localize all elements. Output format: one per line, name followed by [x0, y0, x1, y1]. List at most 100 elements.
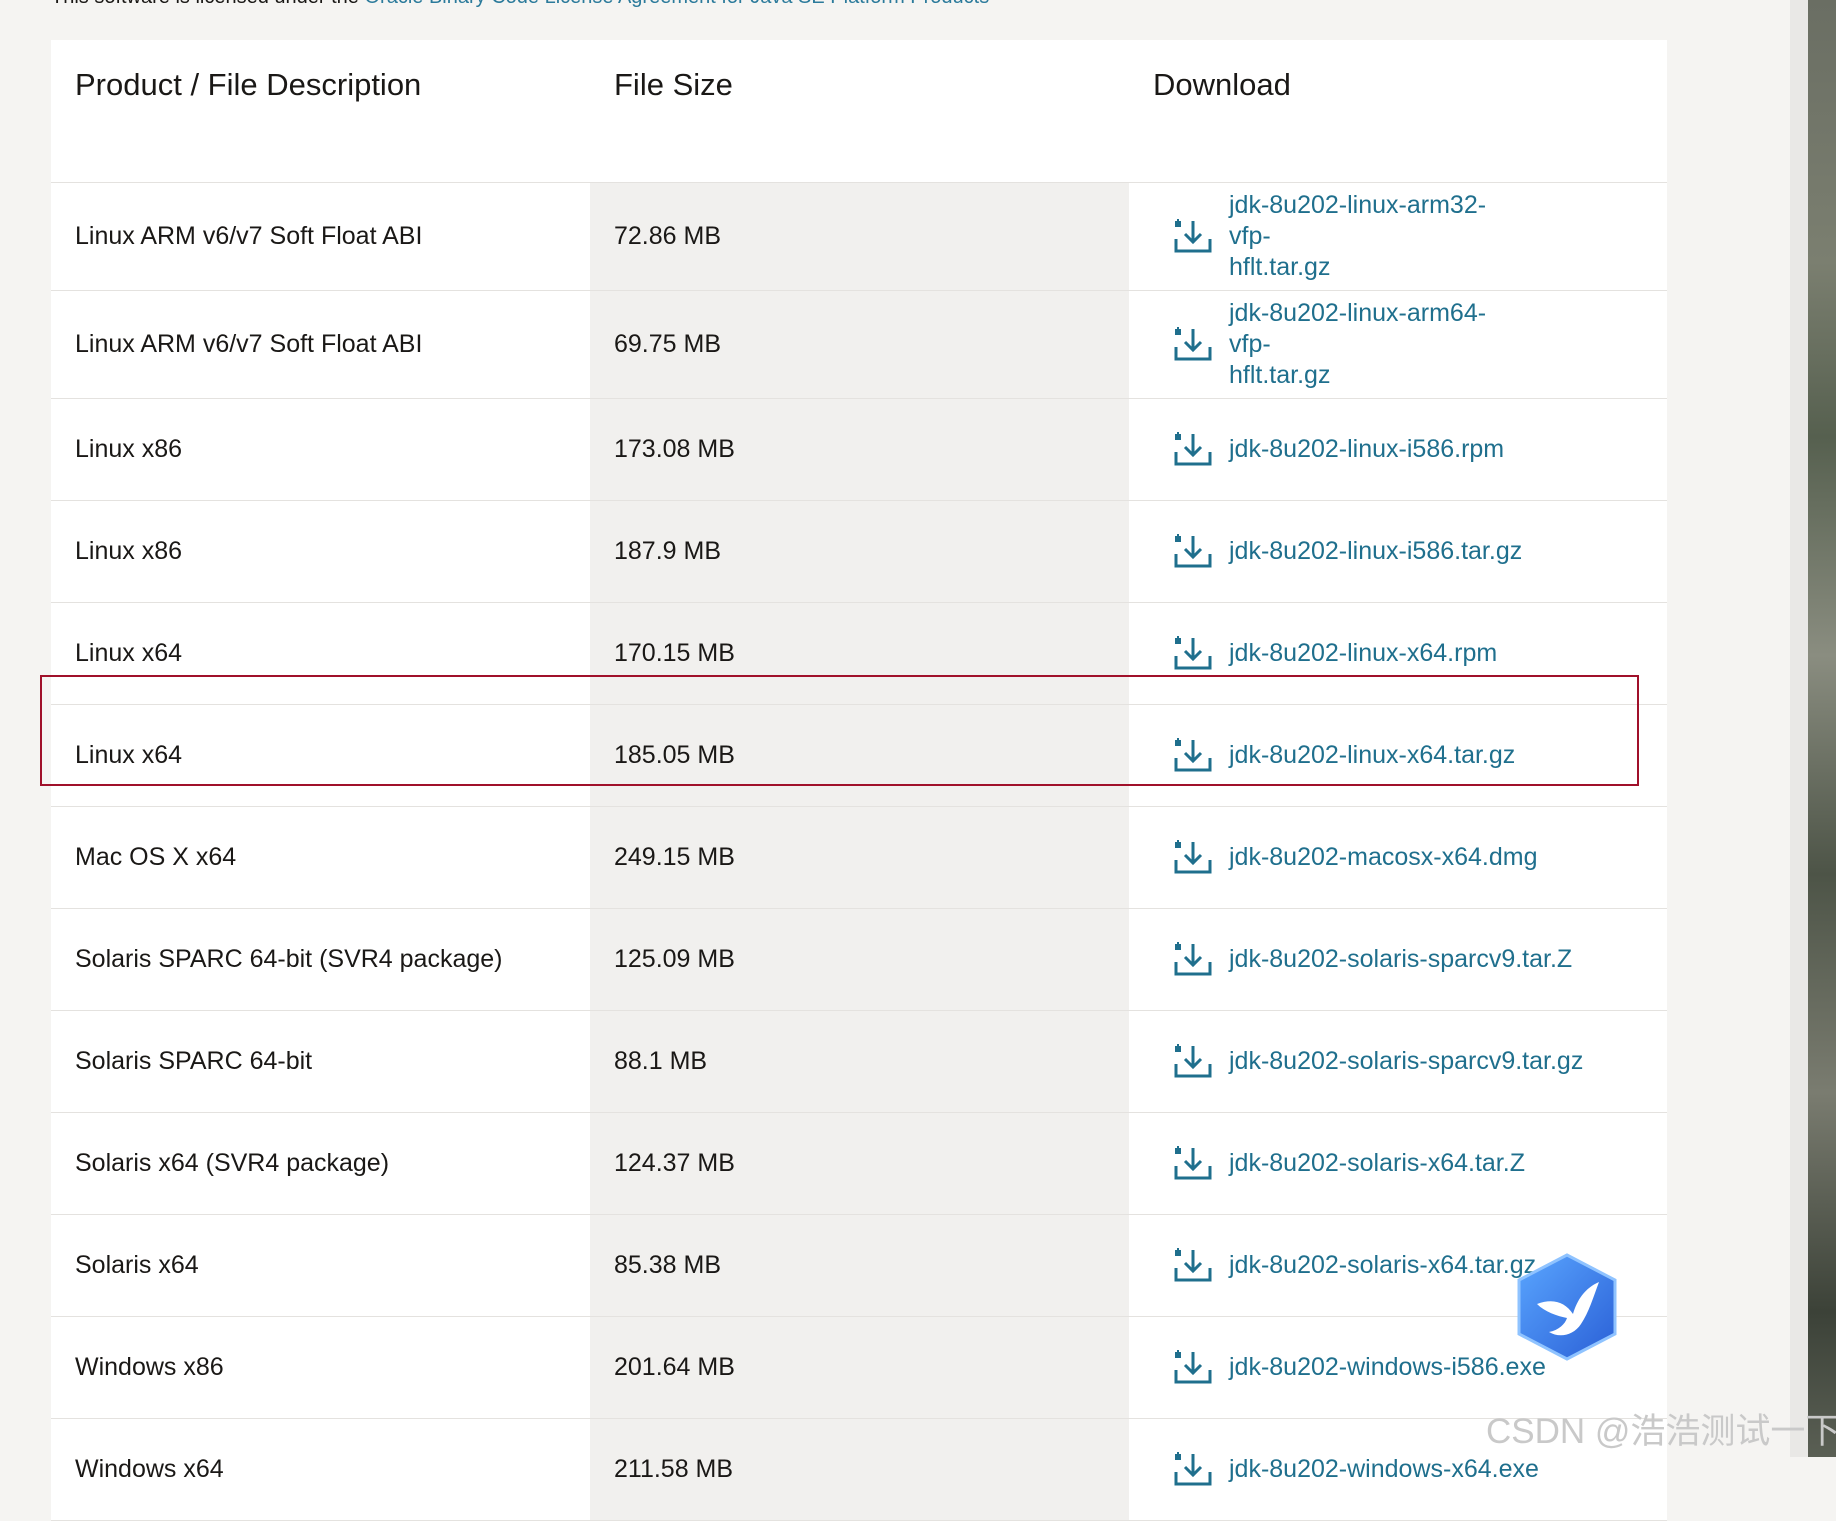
- product-description: Linux x64: [75, 639, 183, 667]
- product-description: Mac OS X x64: [75, 843, 237, 871]
- file-size: 187.9 MB: [590, 501, 1129, 602]
- product-description: Linux x86: [75, 537, 183, 565]
- download-icon[interactable]: [1171, 734, 1215, 778]
- file-size: 249.15 MB: [590, 807, 1129, 908]
- download-item: jdk-8u202-linux-arm64-vfp-hflt.tar.gz: [1153, 298, 1519, 391]
- product-description: Linux x64: [75, 741, 183, 769]
- background-strip: [1790, 0, 1836, 1457]
- download-cell: jdk-8u202-linux-x64.tar.gz: [1129, 705, 1667, 806]
- table-row: Windows x64 211.58 MB jdk-8u202-windows-x6…: [51, 1419, 1667, 1521]
- download-icon[interactable]: [1171, 836, 1215, 880]
- license-notice: This software is licensed under the Orac…: [51, 0, 989, 9]
- download-item: jdk-8u202-solaris-sparcv9.tar.gz: [1153, 1040, 1583, 1084]
- download-cell: jdk-8u202-solaris-x64.tar.Z: [1129, 1113, 1667, 1214]
- download-icon[interactable]: [1171, 215, 1215, 259]
- download-icon[interactable]: [1171, 428, 1215, 472]
- product-description: Solaris x64 (SVR4 package): [75, 1149, 390, 1177]
- download-icon[interactable]: [1171, 323, 1215, 367]
- product-description: Windows x86: [75, 1353, 224, 1381]
- product-description: Solaris SPARC 64-bit: [75, 1047, 313, 1075]
- download-icon[interactable]: [1171, 632, 1215, 676]
- file-size: 170.15 MB: [590, 603, 1129, 704]
- table-body: Linux ARM v6/v7 Soft Float ABI 72.86 MB jd…: [51, 183, 1667, 1521]
- download-item: jdk-8u202-windows-x64.exe: [1153, 1448, 1539, 1492]
- license-prefix: This software is licensed under the: [51, 0, 365, 8]
- file-size: 125.09 MB: [590, 909, 1129, 1010]
- table-row: Linux x64 170.15 MB jdk-8u202-linux-x64.rp…: [51, 603, 1667, 705]
- download-link[interactable]: jdk-8u202-linux-i586.tar.gz: [1229, 536, 1522, 567]
- bird-badge-icon[interactable]: [1515, 1252, 1619, 1362]
- download-icon[interactable]: [1171, 1448, 1215, 1492]
- download-cell: jdk-8u202-linux-i586.tar.gz: [1129, 501, 1667, 602]
- download-link[interactable]: jdk-8u202-linux-x64.rpm: [1229, 638, 1497, 669]
- table-row: Solaris x64 (SVR4 package) 124.37 MB jdk-8…: [51, 1113, 1667, 1215]
- file-size: 85.38 MB: [590, 1215, 1129, 1316]
- table-row: Windows x86 201.64 MB jdk-8u202-windows-i5…: [51, 1317, 1667, 1419]
- product-description: Linux ARM v6/v7 Soft Float ABI: [75, 330, 423, 358]
- download-item: jdk-8u202-linux-i586.rpm: [1153, 428, 1504, 472]
- download-item: jdk-8u202-linux-x64.tar.gz: [1153, 734, 1515, 778]
- product-description: Solaris SPARC 64-bit (SVR4 package): [75, 945, 503, 973]
- downloads-table: Product / File Description File Size Dow…: [51, 40, 1667, 1521]
- license-link[interactable]: Oracle Binary Code License Agreement for…: [365, 0, 990, 8]
- table-header: Product / File Description File Size Dow…: [51, 40, 1667, 183]
- table-row: Solaris SPARC 64-bit 88.1 MB jdk-8u202-sol…: [51, 1011, 1667, 1113]
- file-size: 185.05 MB: [590, 705, 1129, 806]
- download-cell: jdk-8u202-macosx-x64.dmg: [1129, 807, 1667, 908]
- file-size: 88.1 MB: [590, 1011, 1129, 1112]
- download-item: jdk-8u202-macosx-x64.dmg: [1153, 836, 1537, 880]
- table-row: Linux x64 185.05 MB jdk-8u202-linux-x64.ta…: [51, 705, 1667, 807]
- table-row: Mac OS X x64 249.15 MB jdk-8u202-macosx-x6…: [51, 807, 1667, 909]
- download-cell: jdk-8u202-linux-arm64-vfp-hflt.tar.gz: [1129, 291, 1667, 398]
- download-cell: jdk-8u202-linux-arm32-vfp-hflt.tar.gz: [1129, 183, 1667, 290]
- download-link[interactable]: jdk-8u202-solaris-x64.tar.Z: [1229, 1148, 1525, 1179]
- header-product: Product / File Description: [75, 67, 422, 102]
- download-item: jdk-8u202-linux-arm32-vfp-hflt.tar.gz: [1153, 190, 1519, 283]
- download-cell: jdk-8u202-linux-i586.rpm: [1129, 399, 1667, 500]
- product-description: Solaris x64: [75, 1251, 199, 1279]
- download-cell: jdk-8u202-solaris-sparcv9.tar.gz: [1129, 1011, 1667, 1112]
- header-file-size: File Size: [614, 67, 733, 102]
- file-size: 124.37 MB: [590, 1113, 1129, 1214]
- table-row: Linux ARM v6/v7 Soft Float ABI 69.75 MB jd…: [51, 291, 1667, 399]
- download-item: jdk-8u202-solaris-sparcv9.tar.Z: [1153, 938, 1572, 982]
- download-link[interactable]: jdk-8u202-linux-arm64-vfp-hflt.tar.gz: [1229, 298, 1519, 391]
- download-item: jdk-8u202-linux-i586.tar.gz: [1153, 530, 1522, 574]
- file-size: 201.64 MB: [590, 1317, 1129, 1418]
- download-item: jdk-8u202-solaris-x64.tar.Z: [1153, 1142, 1525, 1186]
- file-size: 72.86 MB: [590, 183, 1129, 290]
- download-cell: jdk-8u202-solaris-sparcv9.tar.Z: [1129, 909, 1667, 1010]
- download-link[interactable]: jdk-8u202-windows-x64.exe: [1229, 1454, 1539, 1485]
- download-link[interactable]: jdk-8u202-windows-i586.exe: [1229, 1352, 1546, 1383]
- download-icon[interactable]: [1171, 530, 1215, 574]
- header-download: Download: [1153, 67, 1291, 102]
- download-link[interactable]: jdk-8u202-linux-i586.rpm: [1229, 434, 1504, 465]
- download-cell: jdk-8u202-linux-x64.rpm: [1129, 603, 1667, 704]
- table-row: Linux ARM v6/v7 Soft Float ABI 72.86 MB jd…: [51, 183, 1667, 291]
- download-link[interactable]: jdk-8u202-linux-arm32-vfp-hflt.tar.gz: [1229, 190, 1519, 283]
- download-link[interactable]: jdk-8u202-solaris-sparcv9.tar.gz: [1229, 1046, 1583, 1077]
- download-item: jdk-8u202-linux-x64.rpm: [1153, 632, 1497, 676]
- file-size: 69.75 MB: [590, 291, 1129, 398]
- table-row: Solaris SPARC 64-bit (SVR4 package) 125.0…: [51, 909, 1667, 1011]
- download-link[interactable]: jdk-8u202-solaris-sparcv9.tar.Z: [1229, 944, 1572, 975]
- table-row: Linux x86 173.08 MB jdk-8u202-linux-i586.r…: [51, 399, 1667, 501]
- download-icon[interactable]: [1171, 1346, 1215, 1390]
- watermark: CSDN @浩浩测试一下: [1486, 1412, 1836, 1451]
- download-item: jdk-8u202-solaris-x64.tar.gz: [1153, 1244, 1536, 1288]
- table-row: Linux x86 187.9 MB jdk-8u202-linux-i586.ta…: [51, 501, 1667, 603]
- product-description: Windows x64: [75, 1455, 224, 1483]
- download-link[interactable]: jdk-8u202-solaris-x64.tar.gz: [1229, 1250, 1536, 1281]
- product-description: Linux x86: [75, 435, 183, 463]
- download-icon[interactable]: [1171, 938, 1215, 982]
- table-row: Solaris x64 85.38 MB jdk-8u202-solaris-x64…: [51, 1215, 1667, 1317]
- download-icon[interactable]: [1171, 1040, 1215, 1084]
- download-link[interactable]: jdk-8u202-linux-x64.tar.gz: [1229, 740, 1515, 771]
- file-size: 173.08 MB: [590, 399, 1129, 500]
- download-link[interactable]: jdk-8u202-macosx-x64.dmg: [1229, 842, 1537, 873]
- download-item: jdk-8u202-windows-i586.exe: [1153, 1346, 1546, 1390]
- download-icon[interactable]: [1171, 1244, 1215, 1288]
- file-size: 211.58 MB: [590, 1419, 1129, 1520]
- product-description: Linux ARM v6/v7 Soft Float ABI: [75, 222, 423, 250]
- download-icon[interactable]: [1171, 1142, 1215, 1186]
